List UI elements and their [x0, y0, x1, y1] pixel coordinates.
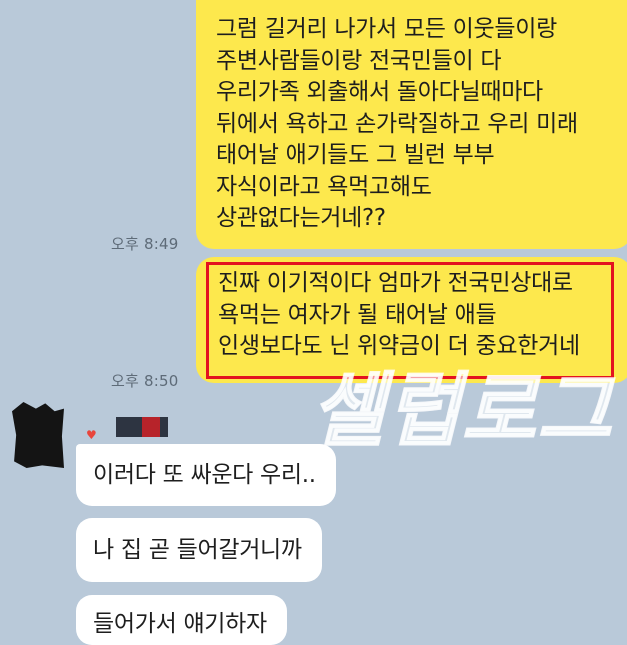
message-line: 태어날 애기들도 그 빌런 부부 [216, 142, 495, 168]
outgoing-message-1[interactable]: 그럼 길거리 나가서 모든 이웃들이랑 주변사람들이랑 전국민들이 다 우리가족… [196, 0, 627, 249]
sender-avatar[interactable] [12, 402, 64, 468]
message-line: 상관없다는거네?? [216, 205, 386, 231]
message-line: 인생보다도 닌 위약금이 더 중요한거네 [218, 333, 580, 359]
incoming-message-1[interactable]: 이러다 또 싸운다 우리.. [76, 444, 336, 506]
outgoing-message-2[interactable]: 진짜 이기적이다 엄마가 전국민상대로 욕먹는 여자가 될 태어날 애들 인생보… [196, 257, 627, 383]
message-line: 욕먹는 여자가 될 태어날 애들 [218, 301, 497, 328]
sender-name-redacted [116, 417, 168, 437]
message-line: 진짜 이기적이다 엄마가 전국민상대로 [218, 270, 573, 296]
message-line: 주변사람들이랑 전국민들이 다 [216, 47, 502, 74]
heart-icon: ♥ [86, 428, 97, 442]
message-line: 우리가족 외출해서 돌아다닐때마다 [216, 79, 543, 105]
message-timestamp: 오후 8:49 [111, 235, 179, 253]
incoming-message-2[interactable]: 나 집 곧 들어갈거니까 [76, 518, 322, 582]
message-line: 자식이라고 욕먹고해도 [216, 173, 432, 200]
message-line: 뒤에서 욕하고 손가락질하고 우리 미래 [216, 110, 578, 137]
message-line: 그럼 길거리 나가서 모든 이웃들이랑 [216, 16, 557, 42]
incoming-message-3[interactable]: 들어가서 얘기하자 [76, 595, 287, 645]
message-timestamp: 오후 8:50 [111, 372, 179, 390]
